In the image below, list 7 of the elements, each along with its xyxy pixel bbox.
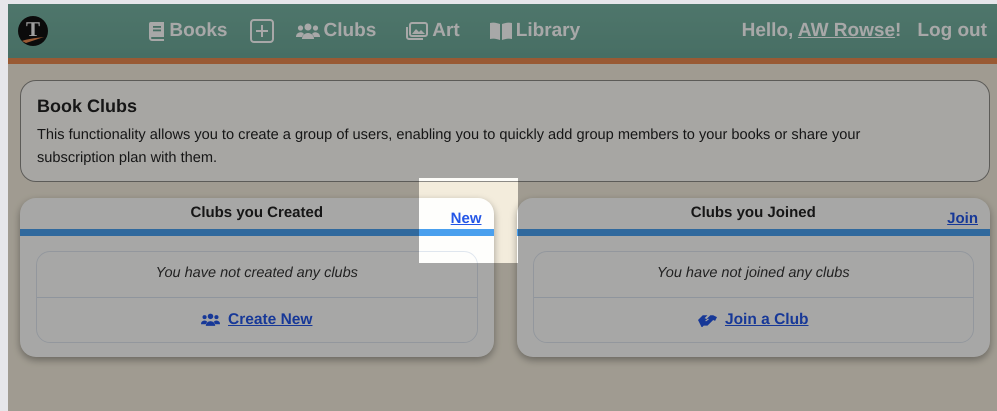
intro-title: Book Clubs [37,95,138,118]
empty-message: You have not joined any clubs [656,264,850,284]
intro-text: This functionality allows you to create a group of users, enabling you to quickly add group members to your books or share your subscription plan with them. [37,126,862,168]
header-link[interactable]: New [450,208,482,230]
panel-title: Clubs you Joined [690,202,816,223]
panel-title: Clubs you Created [190,202,324,223]
empty-message: You have not created any clubs [156,264,358,284]
